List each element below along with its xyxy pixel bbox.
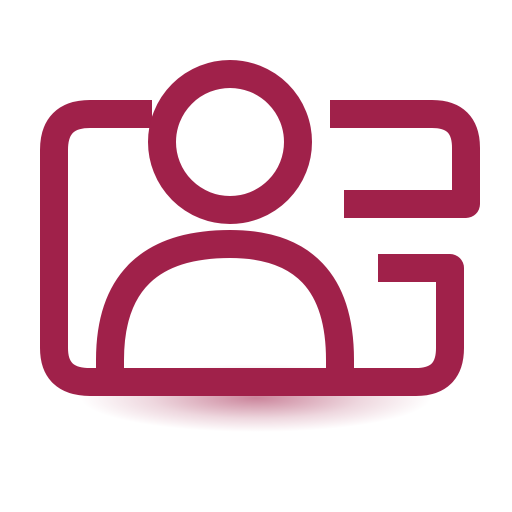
person-head [148,60,312,224]
contact-card-icon [40,60,480,432]
icon-canvas [0,0,512,512]
card-strokes [40,60,480,396]
card-frame-top-right [330,100,480,218]
person-body [96,230,354,374]
